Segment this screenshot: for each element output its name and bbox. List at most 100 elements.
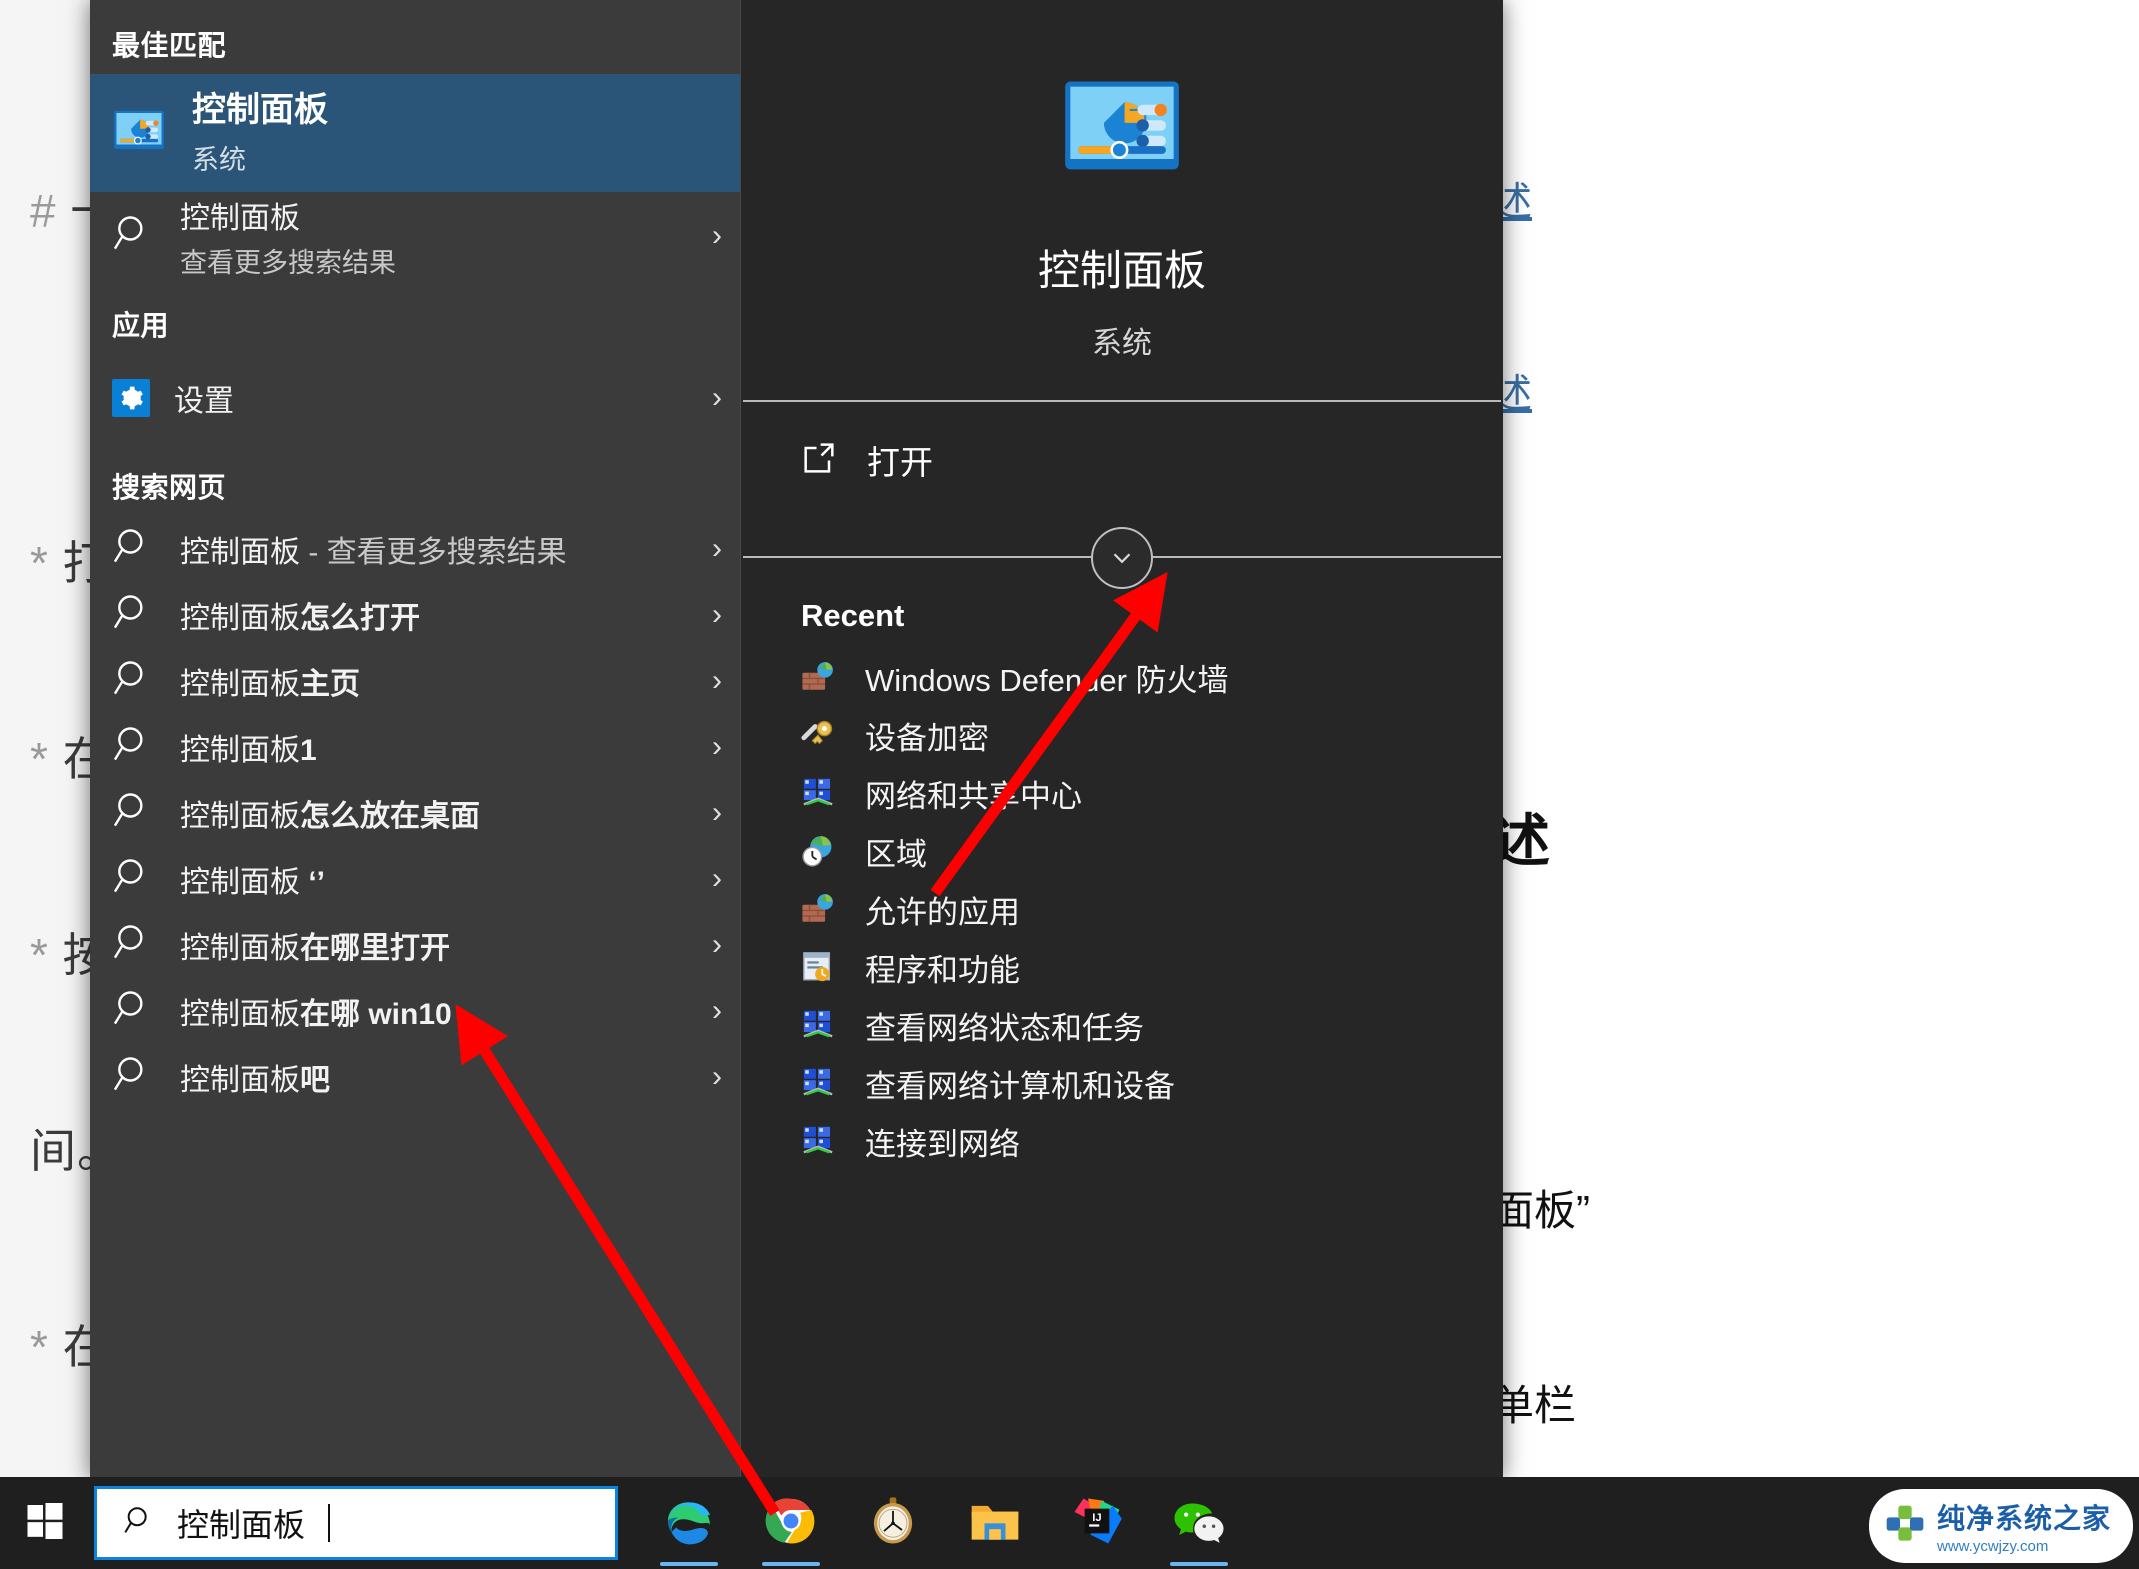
preview-line: 面板”	[1492, 1187, 1590, 1234]
recent-item-label: 程序和功能	[865, 952, 1020, 988]
search-icon	[112, 1053, 156, 1102]
chevron-right-icon[interactable]: ›	[712, 381, 722, 415]
network-icon	[801, 1124, 835, 1158]
network-icon	[801, 1066, 835, 1100]
taskbar-item-wechat[interactable]	[1168, 1486, 1230, 1566]
site-watermark: 纯净系统之家 www.ycwjzy.com	[1868, 1489, 2133, 1563]
best-match-subtitle: 系统	[192, 144, 246, 175]
web-suggestion-label: 控制面板吧	[180, 1064, 330, 1097]
search-icon	[112, 525, 156, 574]
taskbar-item-microsoft-edge[interactable]	[658, 1486, 720, 1566]
start-button[interactable]	[0, 1477, 90, 1569]
network-icon	[801, 776, 835, 810]
region-clock-icon	[801, 834, 835, 868]
svg-text:IJ: IJ	[1092, 1512, 1101, 1524]
chevron-right-icon[interactable]: ›	[712, 928, 722, 962]
taskbar-item-intellij-idea[interactable]: IJ	[1066, 1486, 1128, 1560]
web-suggestion-label: 控制面板在哪 win10	[180, 998, 452, 1031]
preview-title: 控制面板	[1037, 247, 1206, 294]
search-icon	[112, 987, 156, 1036]
web-suggestion-list: 控制面板 - 查看更多搜索结果 › 控制面板怎么打开 › 控制面板主页 › 控制面板1…	[90, 516, 740, 1110]
web-suggestion-label: 控制面板怎么放在桌面	[180, 800, 480, 833]
recent-item[interactable]: 网络和共享中心	[741, 764, 1503, 822]
programs-icon	[801, 950, 835, 984]
web-suggestion-label: 控制面板1	[180, 734, 317, 767]
settings-gear-icon	[112, 379, 150, 417]
search-icon	[112, 855, 156, 904]
web-suggestion-row[interactable]: 控制面板在哪 win10 ›	[90, 978, 740, 1044]
recent-item[interactable]: 允许的应用	[741, 880, 1503, 938]
chevron-right-icon[interactable]: ›	[712, 1060, 722, 1094]
recent-item-label: 允许的应用	[865, 894, 1020, 930]
recent-item[interactable]: 连接到网络	[741, 1112, 1503, 1170]
web-suggestion-row[interactable]: 控制面板 ‘’ ›	[90, 846, 740, 912]
edge-icon	[661, 1493, 717, 1554]
chevron-right-icon[interactable]: ›	[712, 532, 722, 566]
recent-item[interactable]: Windows Defender 防火墙	[741, 648, 1503, 706]
best-match-item-control-panel[interactable]: 控制面板 系统	[90, 74, 740, 192]
preview-line: 单栏	[1492, 1382, 1577, 1429]
taskbar-item-clock-app[interactable]	[862, 1486, 924, 1560]
chevron-right-icon[interactable]: ›	[712, 598, 722, 632]
recent-item-label: 区域	[865, 836, 927, 872]
web-suggestion-label: 控制面板在哪里打开	[180, 932, 450, 965]
chevron-right-icon[interactable]: ›	[712, 664, 722, 698]
watermark-title: 纯净系统之家	[1936, 1503, 2111, 1534]
wechat-icon	[1171, 1493, 1227, 1554]
app-item-settings[interactable]: 设置 ›	[90, 354, 740, 442]
app-preview-panel: 控制面板 系统 打开 Recent Windows Defender 防火墙 设…	[740, 0, 1503, 1480]
result-text: 控制面板 查看更多搜索结果	[180, 193, 396, 280]
recent-item[interactable]: 设备加密	[741, 706, 1503, 764]
web-suggestion-label: 控制面板 ‘’	[180, 866, 326, 899]
web-suggestion-row[interactable]: 控制面板怎么打开 ›	[90, 582, 740, 648]
web-suggestion-label: 控制面板怎么打开	[180, 602, 420, 635]
web-suggestion-row[interactable]: 控制面板在哪里打开 ›	[90, 912, 740, 978]
chrome-icon	[763, 1493, 819, 1554]
chevron-right-icon[interactable]: ›	[712, 862, 722, 896]
search-icon	[123, 1504, 157, 1543]
chevron-down-icon[interactable]	[1091, 527, 1153, 589]
text-cursor	[328, 1504, 331, 1542]
taskbar-search-box[interactable]: 控制面板	[94, 1486, 618, 1560]
folder-icon	[967, 1493, 1023, 1554]
windows-taskbar: 控制面板 IJ	[0, 1477, 2139, 1569]
web-suggestion-row[interactable]: 控制面板吧 ›	[90, 1044, 740, 1110]
watermark-text: 纯净系统之家 www.ycwjzy.com	[1937, 1497, 2111, 1555]
web-suggestion-row[interactable]: 控制面板 - 查看更多搜索结果 ›	[90, 516, 740, 582]
chevron-right-icon[interactable]: ›	[712, 796, 722, 830]
windows-logo-icon	[25, 1501, 65, 1546]
preview-toc-link[interactable]: 述	[1492, 364, 2139, 424]
recent-item-label: 查看网络状态和任务	[865, 1010, 1144, 1046]
preview-open-action[interactable]: 打开	[741, 402, 1503, 518]
taskbar-app-icons: IJ	[658, 1486, 1230, 1566]
web-suggestion-row[interactable]: 控制面板主页 ›	[90, 648, 740, 714]
taskbar-item-google-chrome[interactable]	[760, 1486, 822, 1566]
recent-item-label: Windows Defender 防火墙	[865, 662, 1229, 698]
running-indicator	[762, 1562, 820, 1566]
search-icon	[112, 212, 156, 261]
group-header-apps: 应用	[112, 310, 170, 341]
preview-toc-link[interactable]: 述	[1492, 172, 2139, 232]
preview-subtitle: 系统	[1092, 327, 1152, 360]
control-panel-icon	[112, 104, 166, 163]
chevron-right-icon[interactable]: ›	[712, 219, 722, 253]
preview-open-label: 打开	[867, 444, 933, 481]
chevron-right-icon[interactable]: ›	[712, 730, 722, 764]
web-suggestion-row[interactable]: 控制面板1 ›	[90, 714, 740, 780]
network-icon	[801, 1008, 835, 1042]
chevron-right-icon[interactable]: ›	[712, 994, 722, 1028]
recent-item-label: 连接到网络	[865, 1126, 1020, 1162]
recent-item[interactable]: 区域	[741, 822, 1503, 880]
recent-item[interactable]: 查看网络计算机和设备	[741, 1054, 1503, 1112]
search-input-value[interactable]: 控制面板	[177, 1500, 305, 1546]
running-indicator	[660, 1562, 718, 1566]
web-suggestion-row[interactable]: 控制面板怎么放在桌面 ›	[90, 780, 740, 846]
recent-item[interactable]: 查看网络状态和任务	[741, 996, 1503, 1054]
running-indicator	[1170, 1562, 1228, 1566]
recent-item[interactable]: 程序和功能	[741, 938, 1503, 996]
result-item-more-search-results[interactable]: 控制面板 查看更多搜索结果 ›	[90, 192, 740, 280]
key-icon	[801, 718, 835, 752]
web-suggestion-label: 控制面板主页	[180, 668, 360, 701]
taskbar-item-file-explorer[interactable]	[964, 1486, 1026, 1560]
search-results-column: 最佳匹配 控制面板 系统 控制面板 查看更多搜索结果 › 应用 设置 › 搜索网…	[90, 0, 740, 1480]
